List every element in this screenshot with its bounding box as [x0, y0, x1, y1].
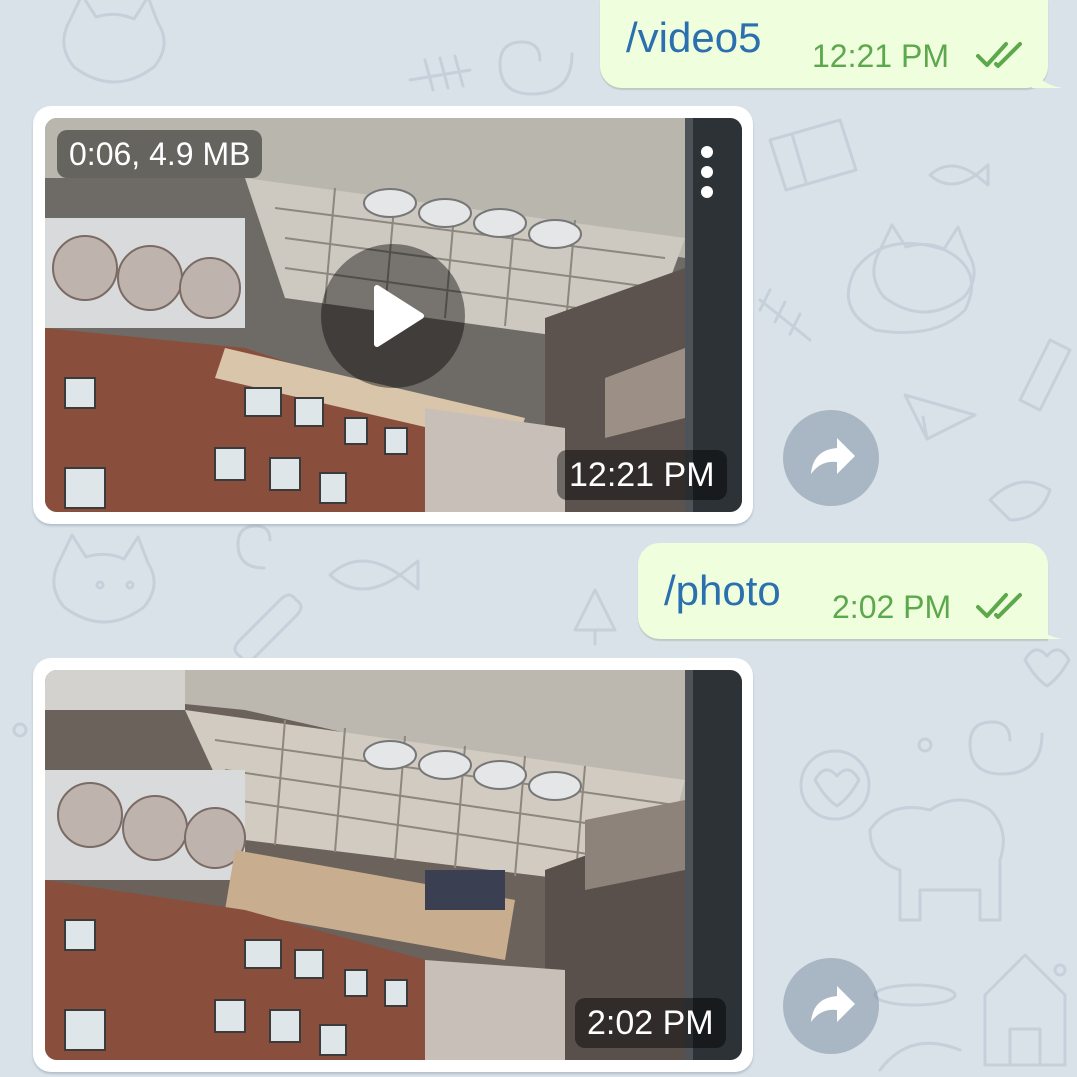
- share-arrow-icon: [811, 986, 855, 1022]
- play-icon: [374, 285, 424, 347]
- message-time: 12:21 PM: [812, 38, 949, 74]
- photo-image[interactable]: 2:02 PM: [45, 670, 742, 1060]
- share-arrow-icon: [811, 438, 855, 474]
- incoming-video-message[interactable]: 0:06, 4.9 MB 12:21 PM: [33, 106, 753, 524]
- forward-button[interactable]: [783, 958, 879, 1054]
- bubble-tail: [1032, 613, 1062, 639]
- video-time-badge: 12:21 PM: [557, 450, 727, 500]
- forward-button[interactable]: [783, 410, 879, 506]
- video-info-badge: 0:06, 4.9 MB: [57, 130, 263, 178]
- double-check-icon: [976, 42, 1022, 68]
- photo-time-badge: 2:02 PM: [575, 998, 726, 1048]
- more-vertical-icon[interactable]: [697, 144, 717, 204]
- video-thumbnail[interactable]: 0:06, 4.9 MB 12:21 PM: [45, 118, 742, 512]
- incoming-photo-message[interactable]: 2:02 PM: [33, 658, 753, 1072]
- play-button[interactable]: [321, 244, 465, 388]
- message-text: /video5: [626, 14, 762, 61]
- outgoing-message-photo-command[interactable]: /photo 2:02 PM: [638, 543, 1062, 639]
- message-text: /photo: [664, 567, 781, 614]
- outgoing-message-video-command[interactable]: /video5 12:21 PM: [600, 0, 1062, 88]
- double-check-icon: [976, 593, 1022, 619]
- bubble-tail: [1032, 62, 1062, 88]
- message-time: 2:02 PM: [832, 589, 952, 625]
